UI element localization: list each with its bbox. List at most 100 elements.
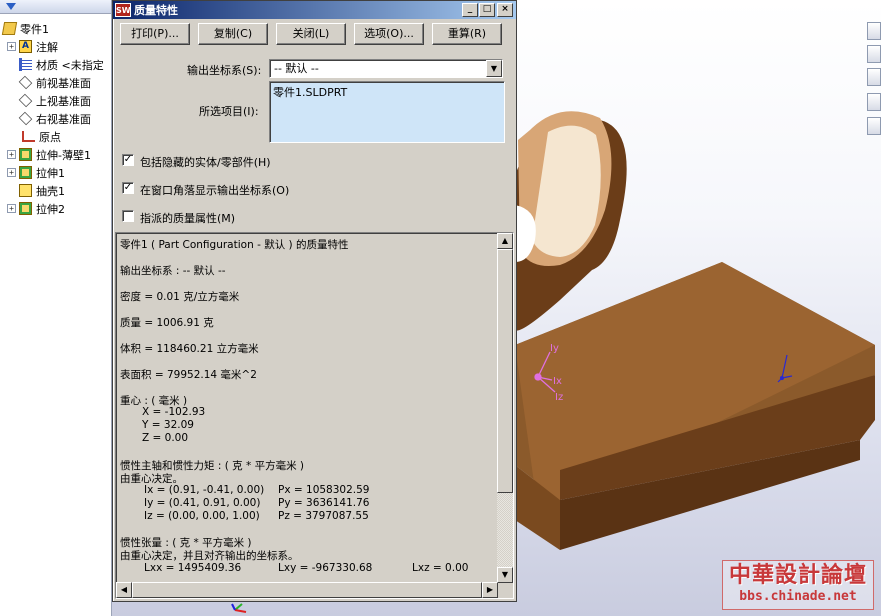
results-iz: Iz = (0.00, 0.00, 1.00) — [144, 510, 260, 522]
triad-iy-label: Iy — [550, 343, 559, 354]
results-py: Py = 3636141.76 — [278, 497, 370, 509]
maximize-button[interactable]: □ — [479, 3, 495, 17]
scroll-left-button[interactable]: ◀ — [116, 582, 132, 598]
include-hidden-checkbox[interactable]: ✓ — [122, 154, 134, 166]
results-area: 表面积 = 79952.14 毫米^2 — [120, 369, 257, 381]
material-icon — [19, 58, 32, 71]
triad-ix-label: Ix — [553, 376, 562, 387]
expand-icon[interactable]: + — [7, 168, 16, 177]
results-cog-x: X = -102.93 — [142, 406, 206, 418]
watermark-title: 中華設計論壇 — [728, 562, 867, 588]
tree-item-material[interactable]: 材质 <未指定 — [19, 56, 104, 73]
home-icon[interactable] — [867, 22, 881, 40]
selected-items-list[interactable]: 零件1.SLDPRT — [269, 81, 505, 143]
dialog-title: 质量特性 — [134, 4, 178, 17]
tree-item-front-plane[interactable]: 前视基准面 — [18, 74, 91, 91]
tree-item-label: 拉伸2 — [36, 202, 65, 216]
bulb-icon[interactable] — [867, 117, 881, 135]
results-iy: Iy = (0.41, 0.91, 0.00) — [144, 497, 261, 509]
folder-icon[interactable] — [867, 68, 881, 86]
results-volume: 体积 = 118460.21 立方毫米 — [120, 343, 259, 355]
extrude-icon — [19, 148, 32, 161]
horizontal-scrollbar[interactable]: ◀ ▶ — [116, 582, 498, 598]
recalculate-button[interactable]: 重算(R) — [432, 23, 502, 45]
minimize-button[interactable]: _ — [462, 3, 478, 17]
tree-filter-bar[interactable] — [0, 0, 111, 14]
part-icon — [1, 22, 18, 35]
tree-item-label: 零件1 — [20, 22, 49, 36]
assigned-mass-label[interactable]: 指派的质量属性(M) — [140, 210, 235, 226]
view-triad — [231, 603, 247, 613]
options-button[interactable]: 选项(O)... — [354, 23, 424, 45]
close-button[interactable]: 关闭(L) — [276, 23, 346, 45]
view-icon[interactable] — [867, 45, 881, 63]
extrude-icon — [19, 166, 32, 179]
tree-item-extrude2[interactable]: + 拉伸2 — [7, 200, 65, 217]
results-text-area[interactable]: 零件1 ( Part Configuration - 默认 ) 的质量特性 输出… — [115, 232, 514, 599]
tree-item-label: 抽壳1 — [36, 184, 65, 198]
tree-item-label: 注解 — [36, 40, 58, 54]
list-icon[interactable] — [867, 93, 881, 111]
tree-item-label: 前视基准面 — [36, 76, 91, 90]
print-button[interactable]: 打印(P)... — [120, 23, 190, 45]
chevron-down-icon[interactable]: ▼ — [486, 60, 502, 77]
origin-icon — [22, 131, 35, 142]
results-lxx: Lxx = 1495409.36 — [144, 562, 242, 574]
close-window-button[interactable]: × — [497, 3, 513, 17]
annotation-icon: A — [19, 40, 32, 53]
triad-iz-label: Iz — [555, 392, 563, 403]
funnel-icon[interactable] — [6, 3, 16, 10]
watermark: 中華設計論壇 bbs.chinade.net — [722, 560, 874, 610]
tree-item-annotations[interactable]: + A 注解 — [7, 38, 58, 55]
show-coord-label[interactable]: 在窗口角落显示输出坐标系(O) — [140, 182, 289, 198]
tree-item-top-plane[interactable]: 上视基准面 — [18, 92, 91, 109]
results-cog-y: Y = 32.09 — [142, 419, 194, 431]
tree-item-origin[interactable]: 原点 — [22, 128, 61, 145]
shell-icon — [19, 184, 32, 197]
results-coord: 输出坐标系 : -- 默认 -- — [120, 265, 226, 277]
results-pz: Pz = 3797087.55 — [278, 510, 369, 522]
tree-item-label: 原点 — [39, 130, 61, 144]
scroll-down-button[interactable]: ▼ — [497, 567, 513, 583]
tree-item-extrude1[interactable]: + 拉伸1 — [7, 164, 65, 181]
feature-manager-tree: 零件1 + A 注解 材质 <未指定 前视基准面 上视基准面 右视基准面 原点 … — [0, 0, 112, 616]
vertical-scroll-thumb[interactable] — [497, 249, 513, 493]
show-coord-checkbox[interactable]: ✓ — [122, 182, 134, 194]
tree-item-thin-extrude[interactable]: + 拉伸-薄壁1 — [7, 146, 91, 163]
results-cog-z: Z = 0.00 — [142, 432, 189, 444]
selected-item[interactable]: 零件1.SLDPRT — [273, 84, 501, 100]
results-header: 零件1 ( Part Configuration - 默认 ) 的质量特性 — [120, 239, 349, 251]
model-ring — [515, 111, 627, 331]
plane-icon — [18, 75, 33, 90]
tree-item-shell[interactable]: 抽壳1 — [19, 182, 65, 199]
results-px: Px = 1058302.59 — [278, 484, 370, 496]
assigned-mass-checkbox[interactable] — [122, 210, 134, 222]
scroll-up-button[interactable]: ▲ — [497, 233, 513, 249]
tree-item-label: 右视基准面 — [36, 112, 91, 126]
results-lxy: Lxy = -967330.68 — [278, 562, 373, 574]
results-lxz: Lxz = 0.00 — [412, 562, 469, 574]
expand-icon[interactable]: + — [7, 204, 16, 213]
scroll-right-button[interactable]: ▶ — [482, 582, 498, 598]
results-mass: 质量 = 1006.91 克 — [120, 317, 214, 329]
extrude-icon — [19, 202, 32, 215]
app-icon: SW — [115, 3, 131, 17]
expand-icon[interactable]: + — [7, 42, 16, 51]
vertical-scrollbar[interactable]: ▲ ▼ — [497, 233, 513, 583]
plane-icon — [18, 93, 33, 108]
plane-icon — [18, 111, 33, 126]
output-coord-label: 输出坐标系(S): — [187, 64, 262, 77]
include-hidden-label[interactable]: 包括隐藏的实体/零部件(H) — [140, 154, 271, 170]
tree-item-part[interactable]: 零件1 — [1, 20, 49, 37]
copy-button[interactable]: 复制(C) — [198, 23, 268, 45]
selected-items-label: 所选项目(I): — [199, 105, 259, 118]
results-density: 密度 = 0.01 克/立方毫米 — [120, 291, 240, 303]
output-coord-select[interactable]: -- 默认 -- ▼ — [269, 59, 503, 78]
tree-item-label: 拉伸1 — [36, 166, 65, 180]
tree-item-right-plane[interactable]: 右视基准面 — [18, 110, 91, 127]
dialog-titlebar[interactable]: SW 质量特性 _ □ × — [113, 1, 516, 19]
tree-item-label: 拉伸-薄壁1 — [36, 148, 91, 162]
tree-item-label: 上视基准面 — [36, 94, 91, 108]
horizontal-scroll-thumb[interactable] — [132, 582, 482, 598]
expand-icon[interactable]: + — [7, 150, 16, 159]
